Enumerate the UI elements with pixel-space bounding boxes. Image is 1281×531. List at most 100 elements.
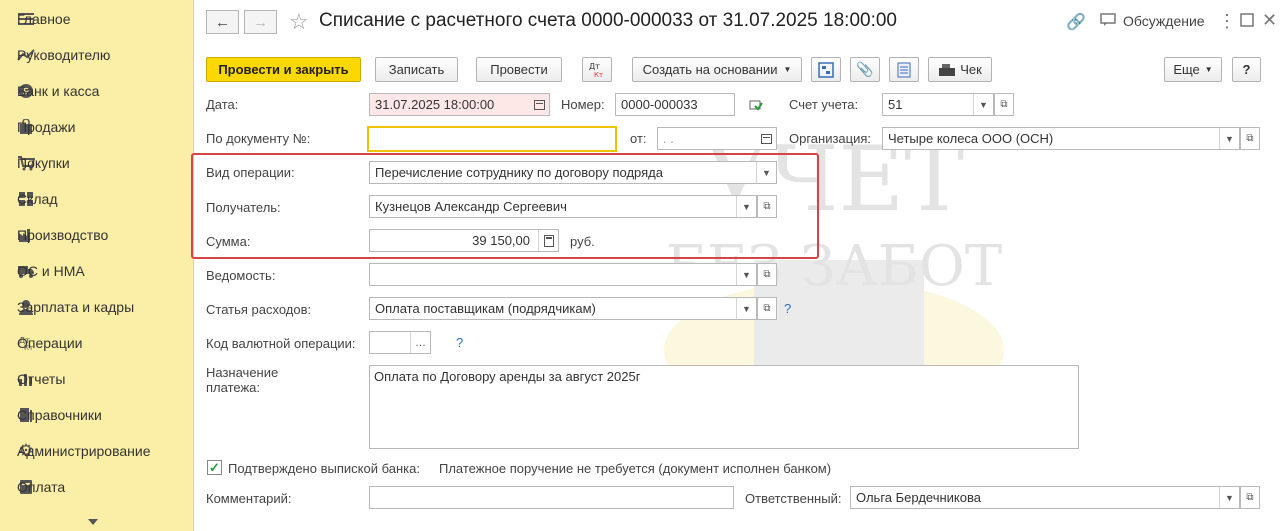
more-dots-icon[interactable]: ⋮ [1218, 11, 1236, 32]
date-field[interactable]: 31.07.2025 18:00:00 [369, 93, 550, 116]
responsible-field[interactable]: Ольга Бердечникова ▼ [850, 486, 1240, 509]
forward-button[interactable]: → [244, 10, 277, 34]
bank-confirmed-label: Подтверждено выпиской банка: [228, 461, 420, 476]
scroll-down-icon[interactable] [88, 519, 98, 525]
sidebar-item-main[interactable]: Главное [0, 4, 193, 34]
more-label: Еще [1173, 62, 1200, 77]
chevron-down-icon[interactable]: ▼ [736, 298, 756, 319]
save-button[interactable]: Записать [375, 57, 458, 82]
arrow-right-icon: → [253, 13, 268, 31]
structure-button[interactable] [811, 57, 841, 82]
sidebar-item-label: Зарплата и кадры [17, 299, 135, 315]
attach-button[interactable]: 📎 [850, 57, 880, 82]
operation-type-value: Перечисление сотруднику по договору подр… [375, 165, 663, 180]
help-button[interactable]: ? [1232, 57, 1261, 82]
create-based-on-button[interactable]: Создать на основании ▼ [632, 57, 802, 82]
dt-kt-icon: ДтКт [589, 62, 603, 79]
account-open-button[interactable]: ⧉ [994, 93, 1014, 116]
sidebar-item-sales[interactable]: Продажи [0, 112, 193, 142]
comment-input[interactable] [369, 486, 734, 509]
sidebar-item-directories[interactable]: Справочники [0, 400, 193, 430]
dt-kt-button[interactable]: Дт Кт [582, 57, 612, 82]
arrow-left-icon: ← [215, 13, 230, 31]
document-list-icon [897, 62, 911, 77]
sidebar-item-fixed-assets[interactable]: ОС и НМА [0, 256, 193, 286]
create-based-on-label: Создать на основании [642, 62, 778, 77]
expense-help-icon[interactable]: ? [784, 301, 791, 316]
sidebar-item-label: Справочники [17, 407, 102, 423]
responsible-open-button[interactable]: ⧉ [1240, 486, 1260, 509]
sum-field[interactable]: 39 150,00 [369, 229, 559, 252]
svg-text:Кт: Кт [594, 71, 603, 79]
sidebar-item-salary[interactable]: Зарплата и кадры [0, 292, 193, 322]
sidebar-item-payment[interactable]: Оплата [0, 472, 193, 502]
calculator-icon[interactable] [538, 230, 558, 251]
discuss-icon[interactable] [1100, 13, 1116, 32]
cash-register-icon [939, 63, 956, 76]
maximize-icon[interactable] [1240, 13, 1254, 32]
recipient-value: Кузнецов Александр Сергеевич [375, 199, 567, 214]
sidebar-item-bank[interactable]: ₽ Банк и касса [0, 76, 193, 106]
link-icon[interactable]: 🔗 [1066, 12, 1086, 32]
sidebar: Главное Руководителю ₽ Банк и касса Прод… [0, 0, 194, 531]
responsible-value: Ольга Бердечникова [856, 490, 981, 505]
number-field[interactable]: 0000-000033 [615, 93, 735, 116]
payment-order-note: Платежное поручение не требуется (докуме… [439, 461, 832, 476]
calendar-icon[interactable] [529, 94, 549, 115]
post-button[interactable]: Провести [476, 57, 562, 82]
fx-code-help-icon[interactable]: ? [456, 335, 463, 350]
fx-code-label: Код валютной операции: [206, 336, 356, 351]
doc-number-input[interactable] [367, 126, 617, 152]
sidebar-item-admin[interactable]: ⚙ Администрирование [0, 436, 193, 466]
sidebar-item-label: Администрирование [17, 443, 151, 459]
back-button[interactable]: ← [206, 10, 239, 34]
chevron-down-icon: ▼ [783, 65, 792, 74]
discuss-link[interactable]: Обсуждение [1123, 13, 1205, 29]
sidebar-item-label: Производство [17, 227, 109, 243]
fx-code-field[interactable]: … [369, 331, 431, 354]
chevron-down-icon[interactable]: ▼ [973, 94, 993, 115]
favorite-star-icon[interactable]: ☆ [289, 9, 309, 35]
organization-label: Организация: [789, 131, 872, 146]
organization-field[interactable]: Четыре колеса ООО (ОСН) ▼ [882, 127, 1240, 150]
sidebar-item-purchases[interactable]: Покупки [0, 148, 193, 178]
expense-item-value: Оплата поставщикам (подрядчикам) [375, 301, 596, 316]
expense-item-open-button[interactable]: ⧉ [757, 297, 777, 320]
receipt-button[interactable]: Чек [928, 57, 992, 82]
chevron-down-icon[interactable]: ▼ [1219, 487, 1239, 508]
payment-purpose-input[interactable] [369, 365, 1079, 449]
responsible-label: Ответственный: [745, 491, 842, 506]
organization-open-button[interactable]: ⧉ [1240, 127, 1260, 150]
recipient-open-button[interactable]: ⧉ [757, 195, 777, 218]
ellipsis-icon[interactable]: … [410, 332, 430, 353]
sidebar-item-label: Руководителю [17, 47, 111, 63]
operation-type-field[interactable]: Перечисление сотруднику по договору подр… [369, 161, 777, 184]
post-and-close-button[interactable]: Провести и закрыть [206, 57, 361, 82]
sidebar-item-production[interactable]: Производство [0, 220, 193, 250]
recipient-field[interactable]: Кузнецов Александр Сергеевич ▼ [369, 195, 757, 218]
expense-item-field[interactable]: Оплата поставщикам (подрядчикам) ▼ [369, 297, 757, 320]
sidebar-item-label: Покупки [17, 155, 70, 171]
structure-icon [818, 61, 834, 78]
more-button[interactable]: Еще ▼ [1164, 57, 1222, 82]
statement-field[interactable]: ▼ [369, 263, 757, 286]
sidebar-item-warehouse[interactable]: Склад [0, 184, 193, 214]
from-date-value: . . [663, 131, 674, 146]
page-title: Списание с расчетного счета 0000-000033 … [319, 10, 897, 31]
sum-label: Сумма: [206, 234, 251, 249]
sidebar-item-manager[interactable]: Руководителю [0, 40, 193, 70]
chevron-down-icon[interactable]: ▼ [756, 162, 776, 183]
chevron-down-icon[interactable]: ▼ [1219, 128, 1239, 149]
bank-confirmed-checkbox[interactable]: ✓ [207, 460, 222, 475]
chevron-down-icon[interactable]: ▼ [736, 196, 756, 217]
chevron-down-icon[interactable]: ▼ [736, 264, 756, 285]
from-date-field[interactable]: . . [657, 127, 777, 150]
print-list-button[interactable] [889, 57, 919, 82]
calendar-icon[interactable] [756, 128, 776, 149]
close-icon[interactable]: ✕ [1262, 10, 1277, 31]
statement-open-button[interactable]: ⧉ [757, 263, 777, 286]
account-field[interactable]: 51 ▼ [882, 93, 994, 116]
sidebar-item-reports[interactable]: Отчеты [0, 364, 193, 394]
sidebar-item-operations[interactable]: Дт Кт Операции [0, 328, 193, 358]
chevron-down-icon: ▼ [1204, 65, 1213, 74]
